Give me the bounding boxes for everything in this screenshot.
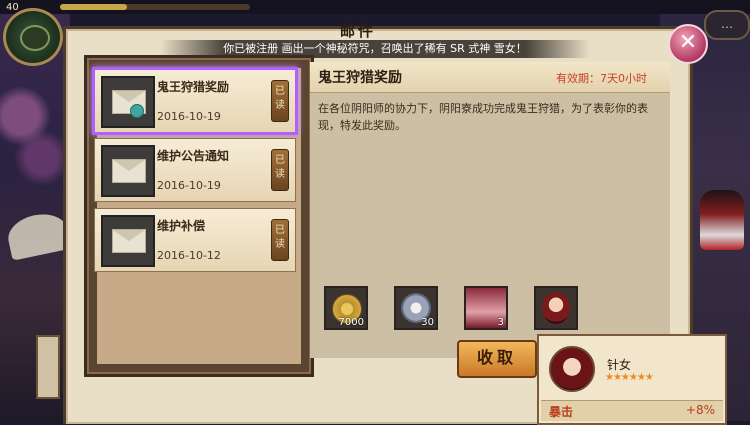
- mail-date: 2016-10-19: [157, 110, 221, 123]
- collect-button[interactable]: 收取: [457, 340, 537, 378]
- chat-button[interactable]: …: [704, 10, 750, 40]
- avatar-icon: [20, 25, 50, 51]
- experience-bar: [60, 4, 250, 10]
- reward-slot[interactable]: 3: [464, 286, 508, 330]
- shikigami-name: 针女: [607, 358, 632, 372]
- seal-icon: [130, 104, 144, 118]
- shikigami-tooltip: 针女 ★★★★★★ 暴击 +8%: [537, 334, 727, 425]
- reward-slot[interactable]: 30: [394, 286, 438, 330]
- mail-envelope-icon: [101, 145, 155, 197]
- mail-envelope-icon: [101, 215, 155, 267]
- expiry-label: 有效期：7天0小时: [556, 72, 647, 85]
- stat-value: +8%: [685, 403, 715, 417]
- reward-slot[interactable]: 7000: [324, 286, 368, 330]
- window-title: 邮件: [340, 22, 377, 40]
- shikigami-avatar: [549, 346, 595, 392]
- reward-quantity: 30: [421, 317, 434, 328]
- top-status-bar: [0, 0, 750, 14]
- mail-date: 2016-10-12: [157, 249, 221, 262]
- cherry-blossom-decoration: [0, 60, 70, 200]
- player-level: 40: [6, 2, 19, 13]
- mail-envelope-icon: [101, 76, 155, 128]
- mail-title: 维护公告通知: [157, 149, 230, 163]
- read-status-tag: 已读: [271, 149, 289, 191]
- mail-date: 2016-10-19: [157, 179, 221, 192]
- reward-slot[interactable]: [534, 286, 578, 330]
- mail-item[interactable]: 维护补偿 2016-10-12 已读: [94, 208, 296, 272]
- mail-item[interactable]: 维护公告通知 2016-10-19 已读: [94, 138, 296, 202]
- character-decoration: [700, 190, 744, 250]
- mail-detail-title: 鬼王狩猎奖励: [318, 70, 402, 86]
- read-status-tag: 已读: [271, 80, 289, 122]
- scroll-decoration: [36, 335, 60, 399]
- reward-quantity: 7000: [338, 317, 364, 328]
- mail-body-text: 在各位阴阳师的协力下，阴阳寮成功完成鬼王狩猎，为了表彰你的表现，特发此奖励。: [318, 102, 648, 132]
- reward-quantity: 3: [497, 317, 504, 328]
- stat-name: 暴击: [549, 405, 574, 419]
- star-rating: ★★★★★★: [605, 372, 654, 383]
- player-avatar[interactable]: [3, 8, 63, 66]
- mail-item[interactable]: 鬼王狩猎奖励 2016-10-19 已读: [92, 67, 298, 135]
- mail-title: 维护补偿: [157, 219, 206, 233]
- close-button[interactable]: ✕: [668, 24, 708, 64]
- shikigami-portrait-icon: [542, 292, 570, 324]
- read-status-tag: 已读: [271, 219, 289, 261]
- mail-title: 鬼王狩猎奖励: [157, 80, 230, 94]
